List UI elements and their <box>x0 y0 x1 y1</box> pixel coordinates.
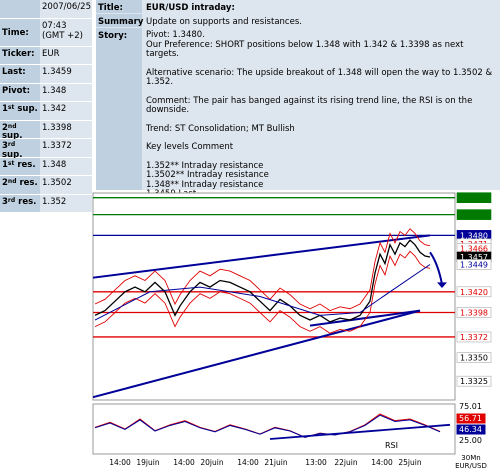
story-line: Our Preference: SHORT positions below 1.… <box>146 39 464 60</box>
sup1-value: 1.342 <box>40 102 92 120</box>
x-axis-label: 14:00 <box>371 458 393 467</box>
rsi-title: RSI <box>385 441 398 450</box>
story-line: 1.348** Intraday resistance <box>146 179 264 190</box>
last-label: Last: <box>0 65 40 83</box>
ticker-info-table: 2007/06/25 Time: 07:43 (GMT +2) Ticker: … <box>0 0 92 213</box>
summary-label: Summary: <box>96 14 147 27</box>
timeframe-label: 30Mn <box>461 454 480 462</box>
price-tag-label: 1.3420 <box>460 288 488 297</box>
ticker-row: Ticker: EUR <box>0 46 92 65</box>
rsi-tag-label: 56.71 <box>459 414 482 423</box>
time-value-line2: (GMT +2) <box>42 31 83 41</box>
sup3-value: 1.3372 <box>40 139 92 157</box>
time-value: 07:43 (GMT +2) <box>40 18 92 46</box>
story-line: Trend: ST Consolidation; MT Bullish <box>146 123 295 134</box>
price-tag-label: 1.3350 <box>460 354 488 363</box>
price-tag-label: 1.3449 <box>460 261 488 270</box>
rsi-tag-label: 75.01 <box>459 402 482 411</box>
sup1-label: 1st sup. <box>0 102 40 120</box>
x-axis-label: 14:00 <box>109 458 131 467</box>
date-label <box>0 0 40 18</box>
sup1-row: 1st sup. 1.342 <box>0 102 92 121</box>
x-axis-label: 20juin <box>200 458 223 467</box>
last-row: Last: 1.3459 <box>0 65 92 84</box>
time-label: Time: <box>0 18 40 46</box>
pivot-row: Pivot: 1.348 <box>0 83 92 102</box>
story-line: Alternative scenario: The upside breakou… <box>146 67 493 88</box>
story-summary: Update on supports and resistances. <box>144 14 500 27</box>
time-row: Time: 07:43 (GMT +2) <box>0 18 92 47</box>
main-plot-frame <box>92 192 456 401</box>
price-chart-svg: 1.35201.35021.34801.34711.34661.34571.34… <box>92 192 492 470</box>
res1-value: 1.348 <box>40 157 92 175</box>
x-axis-label: 13:00 <box>305 458 327 467</box>
price-tag-label: 1.3520 <box>460 194 488 203</box>
res1-row: 1st res. 1.348 <box>0 157 92 176</box>
story-title: EUR/USD intraday: <box>144 0 500 13</box>
story-body: Pivot: 1.3480. Our Preference: SHORT posi… <box>144 28 500 227</box>
x-axis-label: 14:00 <box>173 458 195 467</box>
title-label: Title: <box>96 0 142 13</box>
price-tag-label: 1.3372 <box>460 333 488 342</box>
price-tag-label: 1.3502 <box>460 211 488 220</box>
story-label: Story: <box>96 28 142 190</box>
x-axis-label: 14:00 <box>237 458 259 467</box>
price-chart: 1.35201.35021.34801.34711.34661.34571.34… <box>0 190 500 470</box>
sup2-row: 2nd sup. 1.3398 <box>0 120 92 140</box>
price-tag-label: 1.3398 <box>460 308 488 317</box>
story-panel: Title: EUR/USD intraday: Summary: Update… <box>96 0 500 227</box>
x-axis-label: 19juin <box>136 458 159 467</box>
ticker-value: EUR <box>40 46 92 64</box>
x-axis-label: 22juin <box>334 458 357 467</box>
ticker-label: Ticker: <box>0 46 40 64</box>
price-tag-label: 1.3325 <box>460 377 488 386</box>
res1-label: 1st res. <box>0 157 40 175</box>
rsi-tag-label: 46.34 <box>459 425 482 434</box>
sup2-value: 1.3398 <box>40 120 92 138</box>
sup3-label: 3rd sup. <box>0 139 40 159</box>
x-axis-label: 21juin <box>264 458 287 467</box>
pivot-value: 1.348 <box>40 83 92 101</box>
story-line: Comment: The pair has banged against its… <box>146 95 473 116</box>
last-value: 1.3459 <box>40 65 92 83</box>
sup3-row: 3rd sup. 1.3372 <box>0 139 92 159</box>
rsi-tag-label: 25.00 <box>459 436 482 445</box>
date-row: 2007/06/25 <box>0 0 92 19</box>
pivot-label: Pivot: <box>0 83 40 101</box>
sup2-label: 2nd sup. <box>0 120 40 140</box>
time-value-line1: 07:43 <box>42 20 67 31</box>
instrument-label: EUR/USD <box>455 462 487 470</box>
x-axis-label: 25juin <box>398 458 421 467</box>
story-line: Key levels Comment <box>146 142 234 153</box>
date-value: 2007/06/25 <box>40 0 92 18</box>
